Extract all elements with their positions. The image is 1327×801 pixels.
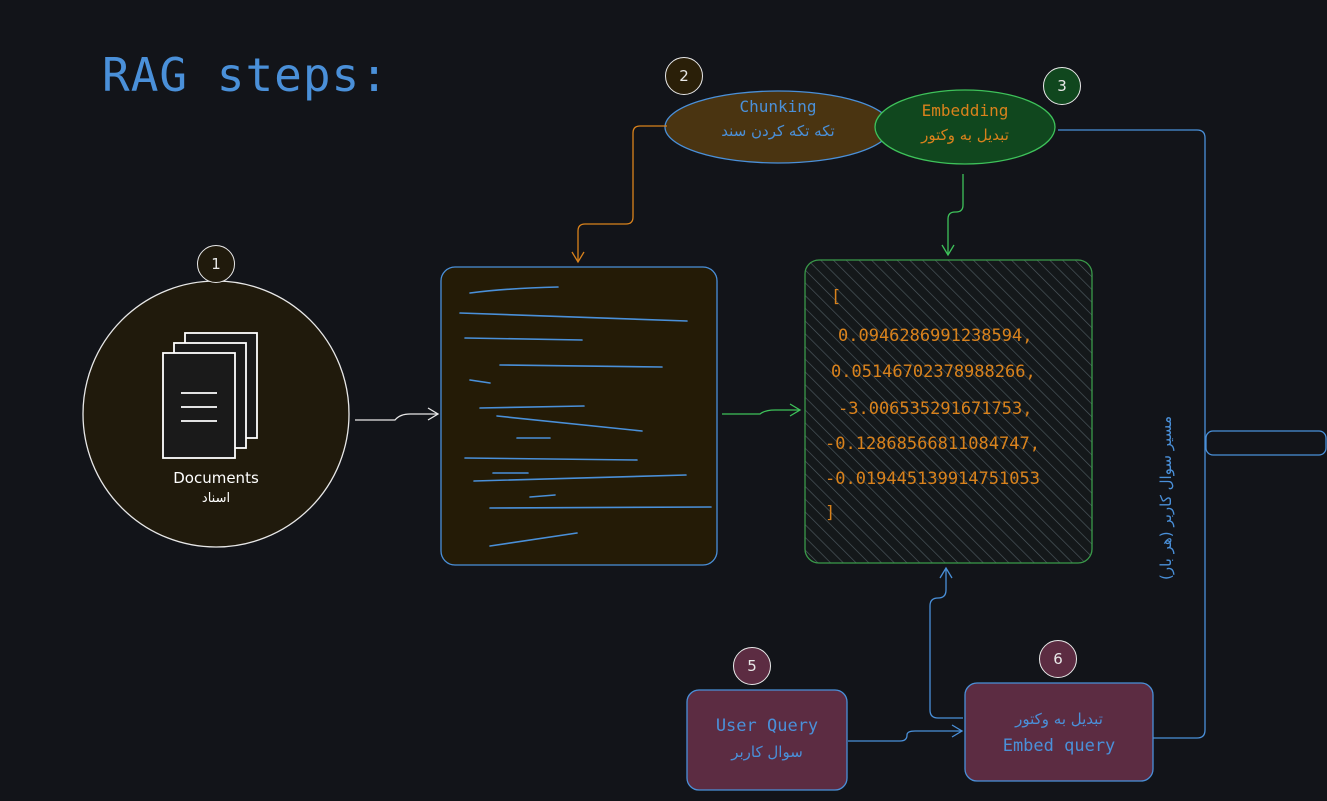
arrow-embed-query-to-vector (929, 566, 963, 719)
query-path-label: مسیر سوال کاربر (هر بار) (1157, 416, 1175, 580)
diagram-canvas (82, 89, 1327, 791)
user-query-label-fa: سوال کاربر (731, 743, 803, 761)
step-6-badge: 6 (1039, 640, 1077, 678)
step-3-badge: 3 (1043, 67, 1081, 105)
arrow-user-query-to-embed-query (848, 724, 964, 742)
chunking-label-fa: تکه تکه کردن سند (721, 122, 835, 140)
right-handle-box[interactable] (1205, 430, 1327, 456)
arrow-embedding-to-vector (941, 174, 964, 257)
vector-value: 0.05146702378988266, (831, 362, 1036, 382)
vector-open-bracket: [ (831, 287, 842, 307)
user-query-label: User Query (715, 716, 819, 736)
vector-value: -3.006535291671753, (838, 399, 1033, 419)
arrow-chunks-to-vector (722, 403, 802, 417)
page-title: RAG steps: (102, 48, 389, 102)
embedding-label: Embedding (921, 101, 1009, 120)
embed-query-label-fa: تبدیل به وکتور (1015, 710, 1103, 728)
embed-query-box[interactable] (964, 682, 1154, 782)
vector-value: -0.019445139914751053 (825, 469, 1040, 489)
document-stack-icon (162, 332, 258, 459)
chunks-box[interactable] (440, 266, 718, 566)
vector-close-bracket: ] (825, 503, 836, 523)
documents-label: Documents (173, 469, 259, 487)
documents-label-fa: اسناد (201, 491, 231, 506)
user-query-box[interactable] (686, 689, 848, 791)
arrow-chunking-to-chunks (571, 125, 667, 264)
embed-query-label: Embed query (1002, 736, 1116, 756)
step-2-badge: 2 (665, 57, 703, 95)
step-1-badge: 1 (197, 245, 235, 283)
embedding-label-fa: تبدیل به وکتور (921, 126, 1009, 144)
step-5-badge: 5 (733, 647, 771, 685)
vector-value: -0.12868566811084747, (825, 434, 1040, 454)
chunking-label: Chunking (739, 97, 817, 116)
vector-value: 0.0946286991238594, (838, 326, 1033, 346)
arrow-documents-to-chunks (355, 407, 440, 421)
